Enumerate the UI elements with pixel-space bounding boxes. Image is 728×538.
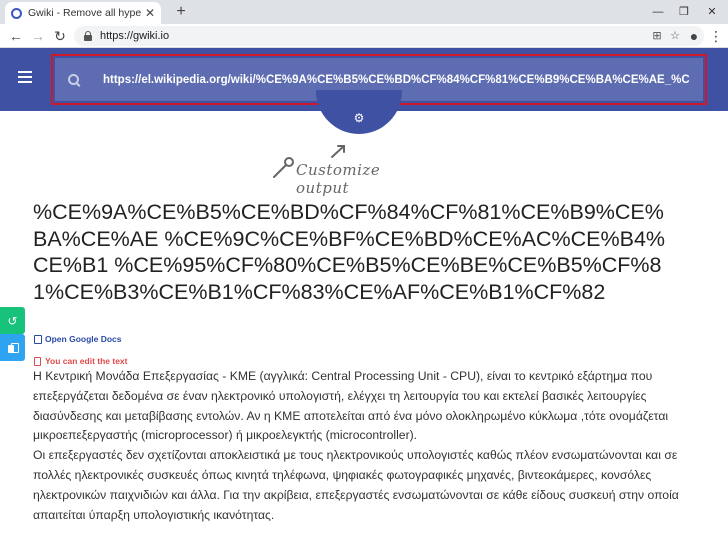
undo-button[interactable]: ↺ xyxy=(0,307,25,334)
open-google-docs-link[interactable]: Open Google Docs xyxy=(34,334,122,344)
edit-icon xyxy=(34,356,41,366)
undo-icon: ↺ xyxy=(7,313,18,328)
copy-button[interactable] xyxy=(0,334,25,361)
edit-note-label: You can edit the text xyxy=(45,356,128,366)
url-search-input[interactable] xyxy=(103,73,689,86)
hamburger-menu-icon[interactable] xyxy=(18,71,32,83)
tab-title: Gwiki - Remove all hyperlinks, su xyxy=(28,7,141,19)
article-title: %CE%9A%CE%B5%CE%BD%CF%84%CF%81%CE%B9%CE%… xyxy=(33,200,666,304)
forward-icon[interactable]: → xyxy=(28,26,48,46)
document-icon xyxy=(34,334,42,344)
minimize-icon[interactable]: — xyxy=(646,2,670,22)
article-body[interactable]: Η Κεντρική Μονάδα Επεξεργασίας - ΚΜΕ (αγ… xyxy=(33,367,683,525)
gears-icon[interactable]: ⚙ xyxy=(351,112,367,124)
customize-output-label: Customize output xyxy=(296,161,381,197)
article-paragraph: Οι επεξεργαστές δεν σχετίζονται αποκλεισ… xyxy=(33,448,679,522)
back-icon[interactable]: ← xyxy=(6,26,26,46)
open-google-docs-label[interactable]: Open Google Docs xyxy=(45,334,122,344)
translate-icon[interactable]: ⊞ xyxy=(650,29,664,43)
article-paragraph: Η Κεντρική Μονάδα Επεξεργασίας - ΚΜΕ (αγ… xyxy=(33,369,669,443)
tab-strip: Gwiki - Remove all hyperlinks, su ✕ + — … xyxy=(0,0,728,24)
search-icon[interactable] xyxy=(67,73,81,87)
browser-toolbar: ← → ↻ https://gwiki.io ⊞ ☆ ● ⋮ xyxy=(0,24,728,48)
bookmark-star-icon[interactable]: ☆ xyxy=(668,29,682,43)
reload-icon[interactable]: ↻ xyxy=(50,26,70,46)
settings-tab[interactable]: ⚙ xyxy=(316,90,402,134)
maximize-icon[interactable]: ❐ xyxy=(672,2,696,22)
profile-icon[interactable]: ● xyxy=(684,26,704,46)
customize-output[interactable]: Customize output xyxy=(270,143,410,197)
copy-icon xyxy=(8,342,19,353)
lock-icon xyxy=(84,31,92,41)
window-close-icon[interactable]: ✕ xyxy=(700,2,724,22)
browser-menu-icon[interactable]: ⋮ xyxy=(706,26,726,46)
address-url[interactable]: https://gwiki.io xyxy=(100,30,169,42)
new-tab-button[interactable]: + xyxy=(172,2,190,22)
gwiki-favicon-icon xyxy=(11,7,22,19)
browser-tab[interactable]: Gwiki - Remove all hyperlinks, su ✕ xyxy=(5,2,161,24)
edit-note: You can edit the text xyxy=(34,356,128,366)
close-tab-icon[interactable]: ✕ xyxy=(145,6,155,20)
address-bar[interactable]: https://gwiki.io ⊞ ☆ xyxy=(74,26,704,46)
